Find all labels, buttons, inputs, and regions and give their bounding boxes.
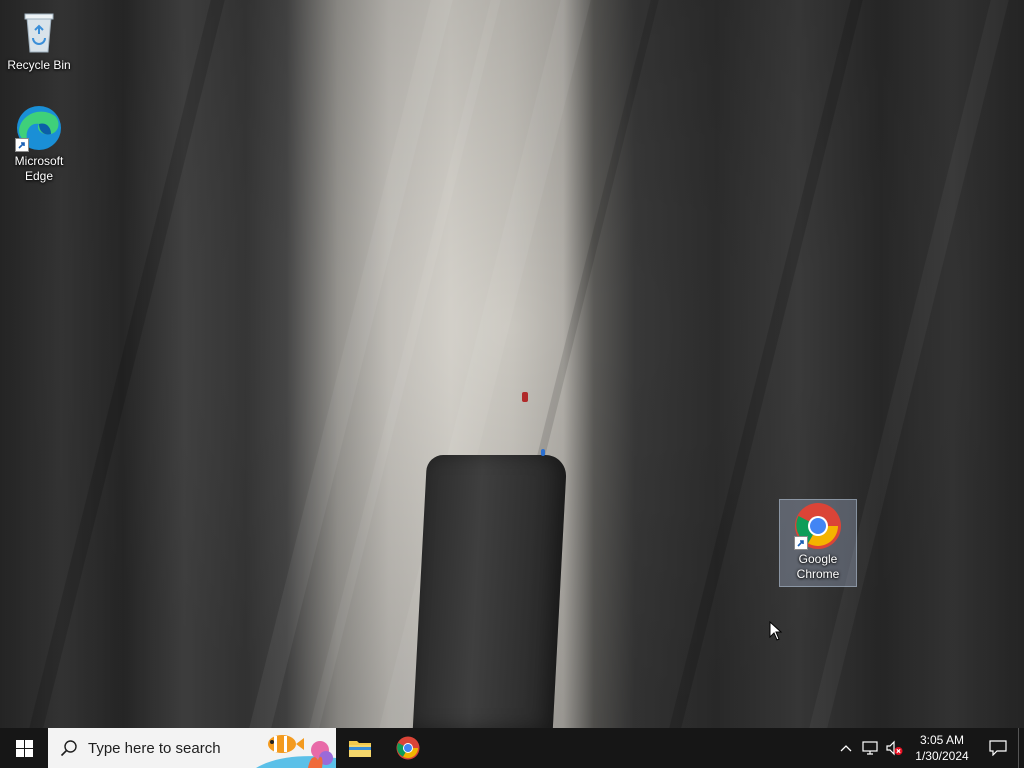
action-center-button[interactable] [978, 728, 1018, 768]
desktop-icon-label: Microsoft Edge [14, 154, 64, 183]
clock[interactable]: 3:05 AM 1/30/2024 [906, 732, 978, 764]
rock-pillar [412, 455, 568, 728]
clock-date: 1/30/2024 [915, 749, 969, 763]
rock-texture [809, 0, 1009, 728]
chrome-icon [794, 502, 842, 550]
chrome-icon [396, 736, 420, 760]
desktop-icon-label: Recycle Bin [7, 58, 71, 72]
desktop-background[interactable]: Recycle Bin Microsoft Edge Google Chrome [0, 0, 1024, 728]
taskbar-app-google-chrome[interactable] [384, 728, 432, 768]
show-hidden-icons-button[interactable] [834, 728, 858, 768]
climber-figure [541, 449, 545, 456]
shortcut-arrow-icon [794, 536, 808, 550]
search-placeholder: Type here to search [88, 739, 221, 757]
network-button[interactable] [858, 728, 882, 768]
climber-figure [522, 392, 528, 402]
mouse-cursor-icon [769, 620, 783, 641]
show-desktop-button[interactable] [1018, 728, 1024, 768]
shortcut-arrow-icon [15, 138, 29, 152]
search-box[interactable]: Type here to search [48, 728, 336, 768]
desktop-icon-google-chrome[interactable]: Google Chrome [779, 499, 857, 587]
folder-icon [349, 741, 371, 757]
volume-muted-icon [886, 740, 903, 756]
desktop-icon-label: Google Chrome [796, 552, 840, 581]
chevron-up-icon [840, 745, 852, 752]
notification-icon [989, 740, 1007, 756]
edge-icon [15, 104, 63, 152]
search-highlight-art-icon [256, 735, 336, 768]
taskbar: Type here to search 3:05 AM 1/30/2024 [0, 728, 1024, 768]
taskbar-app-file-explorer[interactable] [336, 728, 384, 768]
rock-texture [669, 0, 863, 728]
desktop-icon-recycle-bin[interactable]: Recycle Bin [1, 8, 77, 73]
start-button[interactable] [0, 728, 48, 768]
clock-time: 3:05 AM [919, 733, 965, 747]
recycle-bin-icon [15, 8, 63, 56]
desktop-icon-microsoft-edge[interactable]: Microsoft Edge [1, 104, 77, 184]
system-tray: 3:05 AM 1/30/2024 [834, 728, 1024, 768]
volume-button[interactable] [882, 728, 906, 768]
search-icon [60, 740, 77, 757]
network-icon [862, 741, 878, 755]
windows-logo-icon [15, 739, 33, 757]
